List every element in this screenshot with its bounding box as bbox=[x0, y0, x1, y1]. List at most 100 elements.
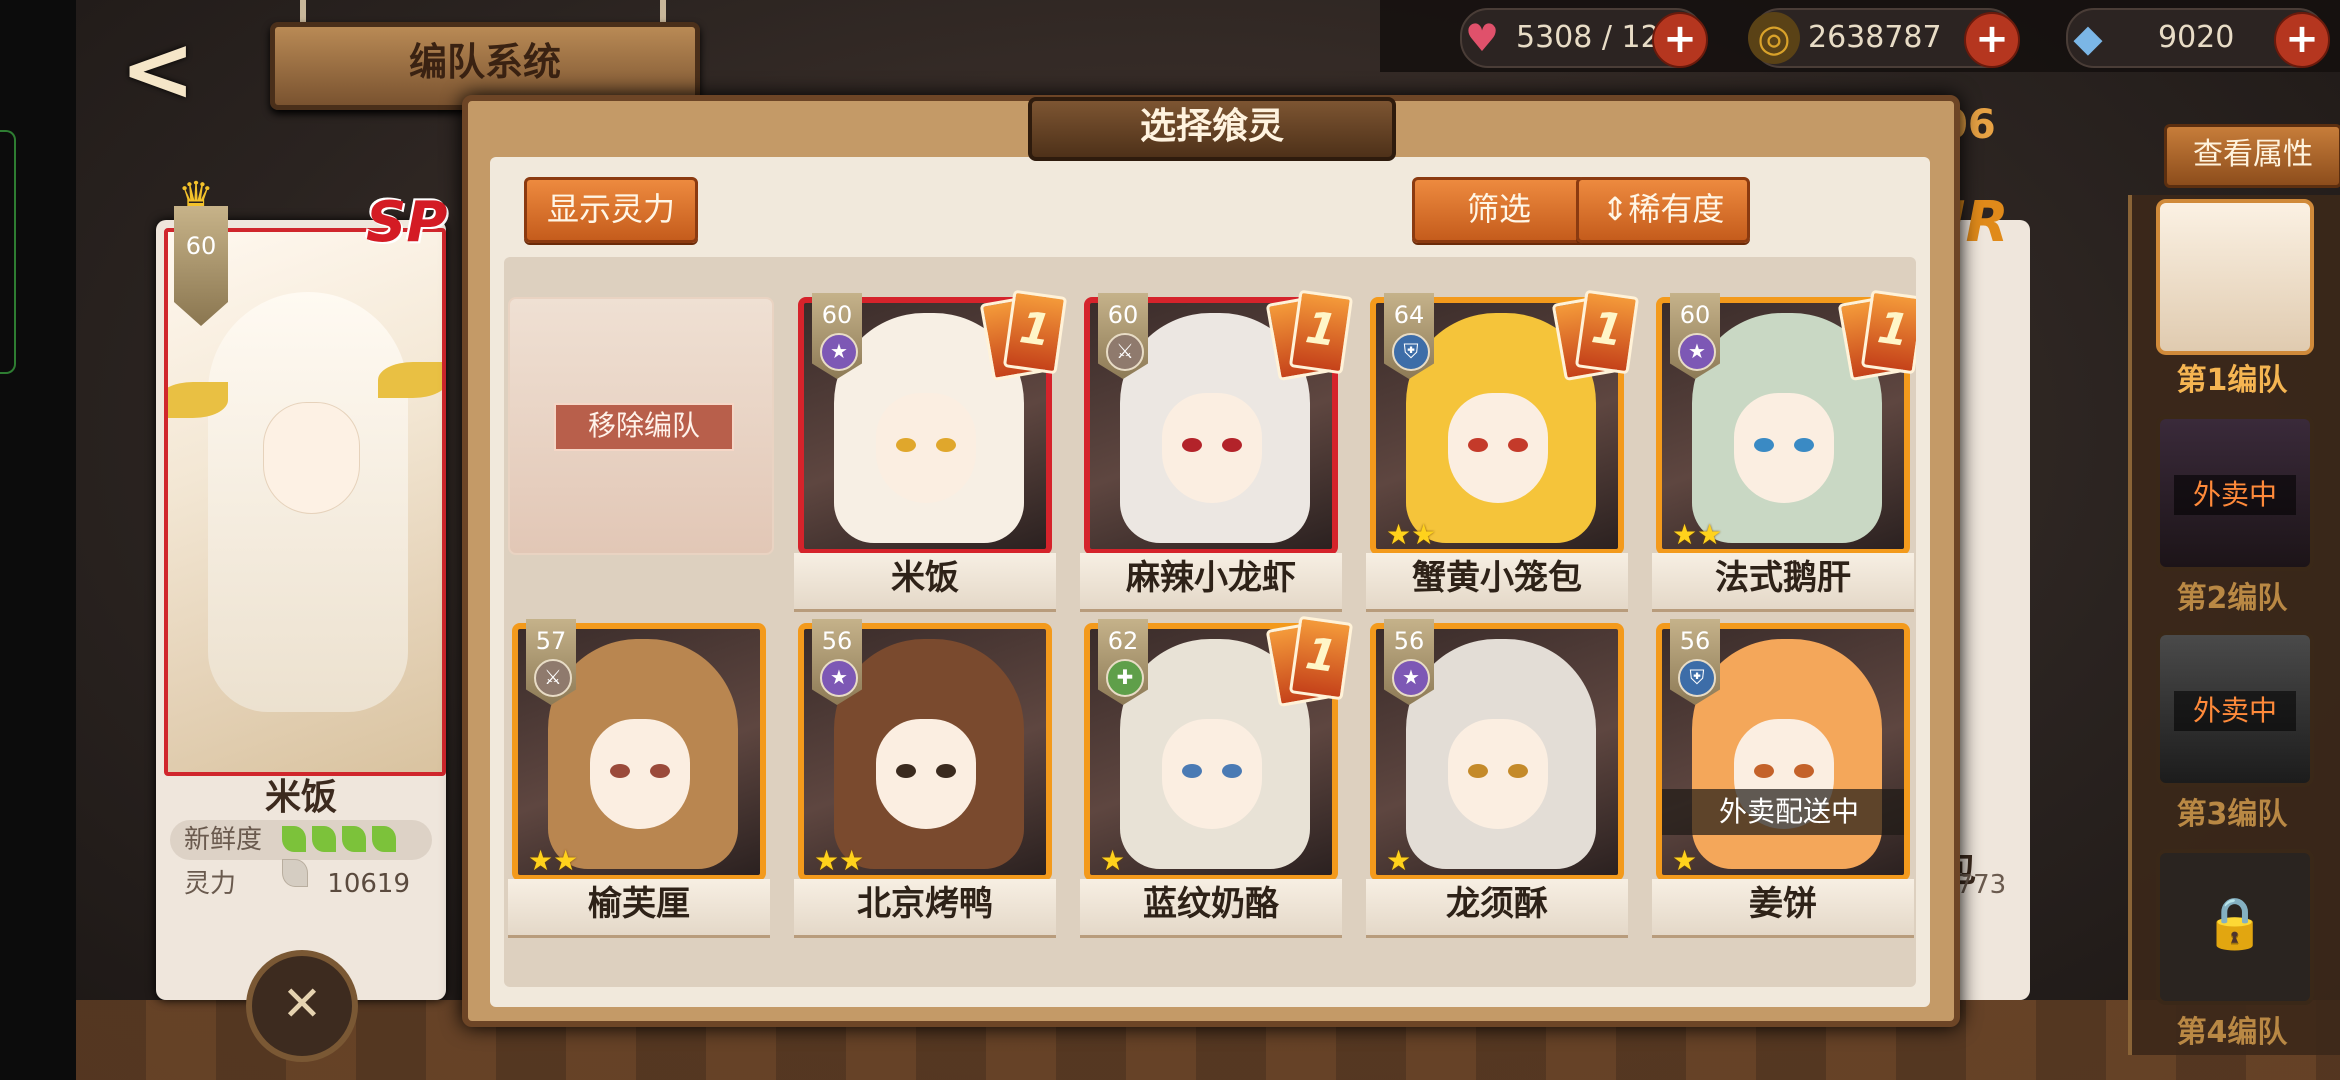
class-icon: ★ bbox=[1678, 333, 1716, 371]
level-badge: 60 ⚔ bbox=[1098, 293, 1148, 379]
character-card[interactable]: ★★ 56 ★ 北京烤鸭 bbox=[794, 619, 1056, 938]
sort-icon: ⇕ bbox=[1601, 190, 1629, 228]
portrait-eye bbox=[1754, 764, 1774, 778]
add-coins-button[interactable]: + bbox=[1964, 12, 2020, 68]
character-name: 米饭 bbox=[891, 558, 959, 598]
name-plate: 麻辣小龙虾 bbox=[1080, 553, 1342, 612]
character-name: 法式鹅肝 bbox=[1715, 558, 1851, 598]
modal-title-plate: 选择飨灵 bbox=[1028, 97, 1396, 161]
portrait-eye bbox=[1222, 438, 1242, 452]
portrait-face bbox=[590, 719, 690, 829]
heart-icon: ♥ bbox=[1464, 16, 1500, 60]
portrait-face bbox=[876, 393, 976, 503]
lock-icon: 🔒 bbox=[2156, 849, 2314, 1005]
squad-1-thumb[interactable] bbox=[2156, 199, 2314, 355]
star-rating: ★ bbox=[1672, 844, 1698, 877]
class-icon: ✚ bbox=[1106, 659, 1144, 697]
portrait-eye bbox=[1182, 764, 1202, 778]
filter-button[interactable]: 筛选 bbox=[1412, 177, 1586, 243]
card-front: 1 bbox=[1288, 615, 1354, 701]
page-title: 编队系统 bbox=[408, 40, 561, 84]
squad-3-label[interactable]: 第3编队 bbox=[2132, 789, 2332, 833]
portrait-face bbox=[1162, 719, 1262, 829]
squad-2-label[interactable]: 第2编队 bbox=[2132, 573, 2332, 617]
crystal-icon: ◆ bbox=[2073, 16, 2103, 60]
lead-name: 米饭 bbox=[264, 777, 337, 818]
character-name: 榆芙厘 bbox=[588, 884, 690, 924]
portrait-eye bbox=[1794, 438, 1814, 452]
character-card[interactable]: ★ 62 ✚ 1 蓝纹奶酪 bbox=[1080, 615, 1354, 938]
portrait-eye bbox=[1182, 438, 1202, 452]
character-card[interactable]: 外卖配送中 ★ 56 ⛨ 姜饼 bbox=[1652, 619, 1914, 938]
remove-from-squad-button[interactable]: 移除编队 bbox=[554, 403, 734, 451]
back-arrow-icon: < bbox=[120, 17, 196, 122]
character-card[interactable]: ★★ 57 ⚔ 榆芙厘 bbox=[508, 619, 770, 938]
level-badge: 60 ★ bbox=[812, 293, 862, 379]
squad-3-busy-badge: 外卖中 bbox=[2174, 691, 2296, 731]
portrait-eye bbox=[936, 764, 956, 778]
power-value: 10619 bbox=[327, 869, 410, 899]
contract-card-icon: 1 bbox=[1265, 287, 1354, 383]
level-badge: 56 ★ bbox=[1384, 619, 1434, 705]
star-rating: ★ bbox=[1386, 844, 1412, 877]
add-stamina-button[interactable]: + bbox=[1652, 12, 1708, 68]
power-label: 灵力 bbox=[184, 869, 237, 899]
portrait-eye bbox=[896, 438, 916, 452]
character-card[interactable]: ★★ 64 ⛨ 1 蟹黄小笼包 bbox=[1366, 289, 1640, 612]
portrait-eye bbox=[1222, 764, 1242, 778]
level-badge: 62 ✚ bbox=[1098, 619, 1148, 705]
view-attributes-button[interactable]: 查看属性 bbox=[2164, 124, 2340, 188]
contract-card-icon: 1 bbox=[1837, 287, 1916, 383]
squad-2-thumb[interactable]: 外卖中 bbox=[2156, 415, 2314, 571]
character-card[interactable]: 60 ★ 1 米饭 bbox=[794, 289, 1068, 612]
portrait-eye bbox=[1508, 438, 1528, 452]
level-value: 64 bbox=[1393, 301, 1425, 329]
level-badge: 57 ⚔ bbox=[526, 619, 576, 705]
level-badge: 56 ★ bbox=[812, 619, 862, 705]
freshness-leaf-icon bbox=[372, 826, 396, 852]
portrait-face bbox=[263, 402, 360, 514]
name-plate: 北京烤鸭 bbox=[794, 879, 1056, 938]
portrait-face bbox=[1448, 393, 1548, 503]
squad-4-label: 第4编队 bbox=[2176, 1015, 2288, 1050]
sort-rarity-button[interactable]: ⇕稀有度 bbox=[1576, 177, 1750, 243]
power-row: 灵力 10619 bbox=[170, 864, 432, 904]
portrait-eye bbox=[1468, 764, 1488, 778]
character-card[interactable]: 60 ⚔ 1 麻辣小龙虾 bbox=[1080, 289, 1354, 612]
freshness-row: 新鲜度 bbox=[170, 820, 432, 887]
name-plate: 蓝纹奶酪 bbox=[1080, 879, 1342, 938]
portrait-eye bbox=[896, 764, 916, 778]
freshness-leaf-icon bbox=[282, 826, 306, 852]
character-name: 蟹黄小笼包 bbox=[1412, 558, 1582, 598]
show-power-button[interactable]: 显示灵力 bbox=[524, 177, 698, 243]
dine-icon[interactable]: ✕ bbox=[246, 950, 358, 1062]
portrait-eye bbox=[1468, 438, 1488, 452]
name-plate: 龙须酥 bbox=[1366, 879, 1628, 938]
character-card[interactable]: ★★ 60 ★ 1 法式鹅肝 bbox=[1652, 289, 1916, 612]
level-badge: 60 bbox=[174, 206, 228, 326]
name-plate: 榆芙厘 bbox=[508, 879, 770, 938]
level-value: 60 bbox=[821, 301, 853, 329]
card-front: 1 bbox=[1574, 289, 1640, 375]
card-front: 1 bbox=[1002, 289, 1068, 375]
star-rating: ★★ bbox=[1672, 518, 1723, 551]
add-crystal-button[interactable]: + bbox=[2274, 12, 2330, 68]
level-value: 56 bbox=[821, 627, 853, 655]
character-name: 姜饼 bbox=[1749, 884, 1817, 924]
level-badge: 64 ⛨ bbox=[1384, 293, 1434, 379]
lead-character-card[interactable]: ♛ 60 SP 米饭 新鲜度 灵力 10619 ✕ bbox=[156, 174, 447, 1062]
character-card[interactable]: ★ 56 ★ 龙须酥 bbox=[1366, 619, 1628, 938]
portrait-face bbox=[1162, 393, 1262, 503]
remove-from-squad-slot[interactable]: 移除编队 bbox=[508, 297, 774, 555]
squad-3-thumb[interactable]: 外卖中 bbox=[2156, 631, 2314, 787]
back-button[interactable]: < bbox=[120, 25, 240, 115]
freshness-leaf-icon bbox=[342, 826, 366, 852]
card-front: 1 bbox=[1860, 289, 1916, 375]
sort-label: 稀有度 bbox=[1628, 190, 1725, 228]
modal-title: 选择飨灵 bbox=[1139, 106, 1284, 147]
squad-1-label[interactable]: 第1编队 bbox=[2132, 355, 2332, 399]
level-value: 60 bbox=[1679, 301, 1711, 329]
card-front: 1 bbox=[1288, 289, 1354, 375]
class-icon: ⛨ bbox=[1392, 333, 1430, 371]
character-name: 蓝纹奶酪 bbox=[1143, 884, 1279, 924]
